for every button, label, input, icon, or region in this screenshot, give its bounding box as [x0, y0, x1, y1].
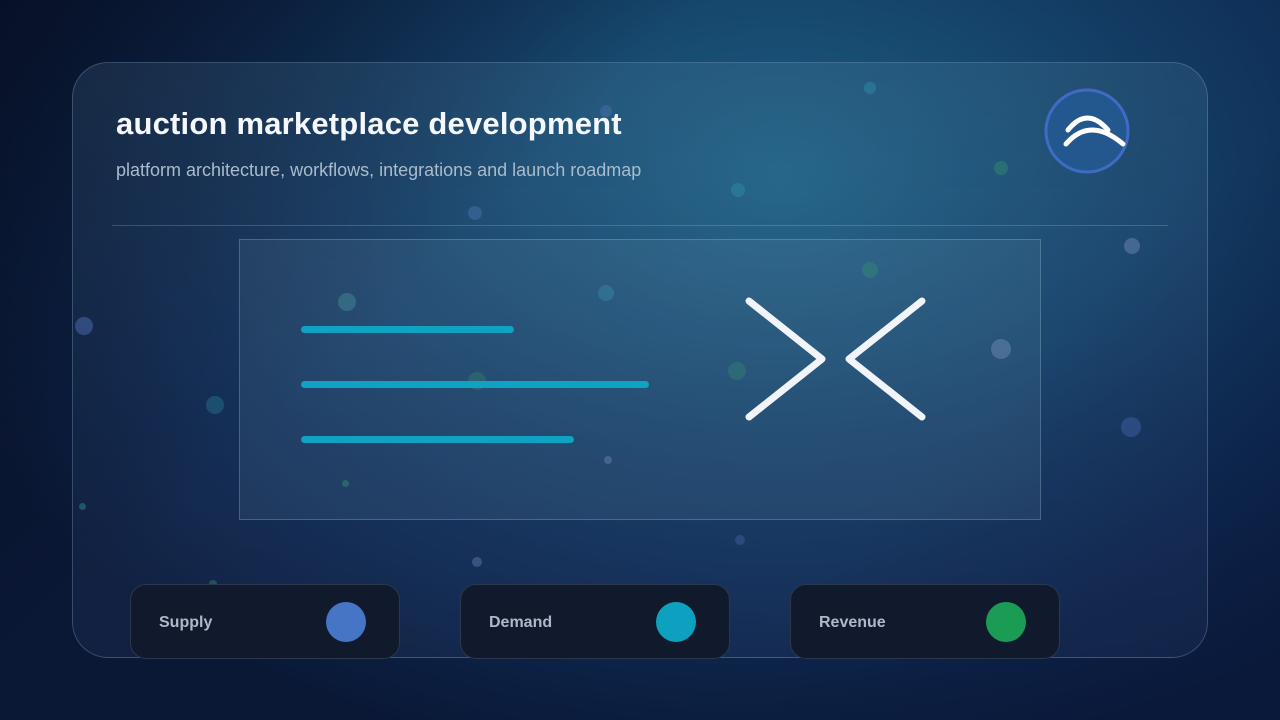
stat-card-demand: Demand — [460, 584, 730, 659]
text-line-placeholder — [301, 326, 514, 333]
double-arch-icon — [1044, 88, 1130, 174]
page-title: auction marketplace development — [116, 106, 622, 141]
revenue-indicator-dot — [986, 602, 1026, 642]
stat-card-supply: Supply — [130, 584, 400, 659]
text-line-placeholder — [301, 381, 649, 388]
text-line-placeholder — [301, 436, 574, 443]
double-chevron-icon — [740, 292, 932, 426]
stat-card-revenue: Revenue — [790, 584, 1060, 659]
page-subtitle: platform architecture, workflows, integr… — [116, 160, 642, 180]
demand-indicator-dot — [656, 602, 696, 642]
stat-label: Supply — [159, 614, 213, 631]
stat-label: Demand — [489, 614, 553, 631]
stat-label: Revenue — [819, 614, 886, 631]
header-divider — [112, 225, 1168, 226]
supply-indicator-dot — [326, 602, 366, 642]
